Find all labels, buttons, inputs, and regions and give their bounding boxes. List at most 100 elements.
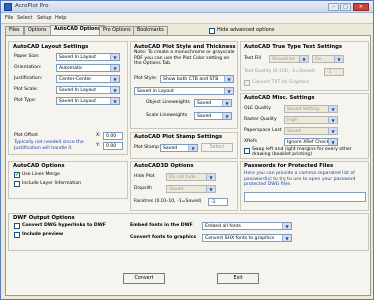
object-lineweights-dropdown[interactable]: Saved ▼ [194, 99, 232, 107]
paperspace-last-label: Paperspace Last [244, 128, 282, 133]
paperspace-last-dropdown[interactable]: Saved ▼ [284, 127, 338, 135]
tab-bookmarks[interactable]: Bookmarks [133, 26, 168, 35]
text-fill-mode-dropdown[interactable]: Should be ▼ [269, 55, 309, 63]
dispsilh-value: Saved [169, 187, 184, 192]
plot-type-value: Saved In Layout [59, 99, 96, 104]
text-quality-input[interactable]: -1 [324, 68, 344, 76]
plot-scale-label: Plot Scale: [14, 87, 39, 92]
app-window: AcroPlot Pro – □ ✕ File Select Setup Hel… [0, 0, 374, 300]
passwords-input[interactable] [244, 192, 366, 202]
orientation-dropdown[interactable]: Automatic ▼ [56, 64, 120, 72]
include-preview-checkbox[interactable] [14, 232, 20, 238]
hide-advanced-checkbox[interactable] [209, 28, 215, 34]
chevron-down-icon: ▼ [227, 89, 231, 94]
paperspace-last-value: Saved [287, 129, 302, 134]
chevron-down-icon: ▼ [302, 57, 306, 62]
chevron-down-icon: ▼ [209, 175, 213, 180]
plot-stamp-value: Saved [163, 146, 178, 151]
paper-size-value: Saved In Layout [59, 55, 96, 60]
plot-offset-label: Plot Offset [14, 133, 38, 138]
ole-quality-dropdown[interactable]: Saved Setting ▼ [284, 105, 338, 113]
raster-quality-dropdown[interactable]: High ▼ [284, 116, 338, 124]
plot-type-label: Plot Type: [14, 98, 37, 103]
facetres-input[interactable]: -1 [208, 198, 228, 206]
plot-style-filter-value: Show both CTB and STB [163, 77, 219, 82]
justification-dropdown[interactable]: Center-Center ▼ [56, 75, 120, 83]
passwords-note: Here you can provide a comma separated l… [244, 171, 356, 188]
plot-stamp-label: Plot Stamp [134, 145, 160, 150]
hide-advanced-label: Hide advanced options [217, 27, 275, 33]
menu-select[interactable]: Select [17, 15, 32, 21]
plot-style-note: Note: To create a monochrome or grayscal… [134, 50, 235, 67]
y-offset-input[interactable]: 0.00 [103, 142, 123, 150]
fonts-to-graphics-dropdown[interactable]: Convert SHX fonts to graphics ▼ [202, 234, 292, 242]
text-quality-label: Text Quality (0-100, -1=Saved) [244, 69, 316, 74]
plot-stamp-dropdown[interactable]: Saved ▼ [160, 144, 198, 152]
chevron-down-icon: ▼ [225, 114, 229, 119]
plot-style-value: Saved in Layout [137, 89, 174, 94]
object-lineweights-value: Saved [197, 101, 212, 106]
chevron-down-icon: ▼ [331, 129, 335, 134]
menu-file[interactable]: File [5, 15, 13, 21]
tab-files[interactable]: Files [5, 26, 24, 35]
chevron-down-icon: ▼ [209, 187, 213, 192]
dwf-options-title: DWF Output Options [13, 215, 75, 221]
plot-style-filter-dropdown[interactable]: Show both CTB and STB ▼ [160, 75, 234, 83]
use-lines-merge-checkbox[interactable]: ✔ [14, 172, 20, 178]
swap-margins-label: Swap left and right margins for every ot… [252, 147, 352, 157]
chevron-down-icon: ▼ [113, 77, 117, 82]
hide-plot-dropdown[interactable]: Do not hide ▼ [166, 173, 216, 181]
dispsilh-label: Dispsilh [134, 186, 152, 191]
ole-quality-label: OLE Quality [244, 106, 271, 111]
chevron-down-icon: ▼ [225, 101, 229, 106]
window-title: AcroPlot Pro [15, 3, 49, 9]
include-layer-label: Include Layer Information [22, 181, 82, 186]
minimize-button[interactable]: – [328, 3, 339, 11]
convert-hyperlinks-checkbox[interactable] [14, 223, 20, 229]
plot-stamp-select-button[interactable]: Select [201, 143, 233, 152]
plot-style-label: Plot Style: [134, 76, 158, 81]
swap-margins-checkbox[interactable] [244, 148, 250, 154]
include-preview-label: Include preview [22, 232, 64, 237]
chevron-down-icon: ▼ [227, 77, 231, 82]
fonts-to-graphics-value: Convert SHX fonts to graphics [205, 236, 275, 241]
facetres-label: Facetres (0.01-10, -1=Saved) [134, 199, 202, 204]
object-lineweights-label: Object Lineweights [146, 100, 190, 105]
x-offset-input[interactable]: 0.00 [103, 132, 123, 140]
chevron-down-icon: ▼ [191, 146, 195, 151]
text-fill-mode-value: Should be [272, 57, 295, 62]
justification-label: Justification: [14, 76, 43, 81]
orientation-label: Orientation: [14, 65, 42, 70]
tab-options[interactable]: Options [24, 26, 51, 35]
text-fill-dropdown[interactable]: On ▼ [312, 55, 344, 63]
orientation-value: Automatic [59, 66, 83, 71]
autocad3d-title: AutoCAD3D Options [134, 163, 194, 169]
exit-button[interactable]: Exit [217, 273, 259, 284]
layout-settings-title: AutoCAD Layout Settings [13, 44, 89, 50]
paper-size-dropdown[interactable]: Saved In Layout ▼ [56, 53, 120, 61]
chevron-down-icon: ▼ [285, 224, 289, 229]
plot-scale-dropdown[interactable]: Saved In Layout ▼ [56, 86, 120, 94]
maximize-button[interactable]: □ [340, 3, 351, 11]
close-button[interactable]: ✕ [353, 3, 369, 11]
convert-txt-checkbox[interactable] [244, 80, 250, 86]
plot-type-dropdown[interactable]: Saved In Layout ▼ [56, 97, 120, 105]
tab-pro-options[interactable]: Pro Options [99, 26, 135, 35]
plot-stamp-title: AutoCAD Plot Stamp Settings [134, 134, 223, 140]
raster-quality-label: Raster Quality [244, 117, 277, 122]
text-fill-value: On [315, 57, 322, 62]
chevron-down-icon: ▼ [113, 88, 117, 93]
dispsilh-dropdown[interactable]: Saved ▼ [166, 185, 216, 193]
menu-setup[interactable]: Setup [37, 15, 52, 21]
embed-fonts-dropdown[interactable]: Embed all fonts ▼ [202, 222, 292, 230]
convert-button[interactable]: Convert [123, 273, 165, 284]
chevron-down-icon: ▼ [331, 118, 335, 123]
xrefs-dropdown[interactable]: Ignore XRef Checking ▼ [284, 138, 338, 146]
include-layer-checkbox[interactable] [14, 181, 20, 187]
xrefs-label: XRefs [244, 139, 257, 144]
menu-help[interactable]: Help [55, 15, 66, 21]
scale-lineweights-dropdown[interactable]: Saved ▼ [194, 112, 232, 120]
paper-size-label: Paper Size: [14, 54, 40, 59]
scale-lineweights-value: Saved [197, 114, 212, 119]
plot-style-dropdown[interactable]: Saved in Layout ▼ [134, 87, 234, 95]
